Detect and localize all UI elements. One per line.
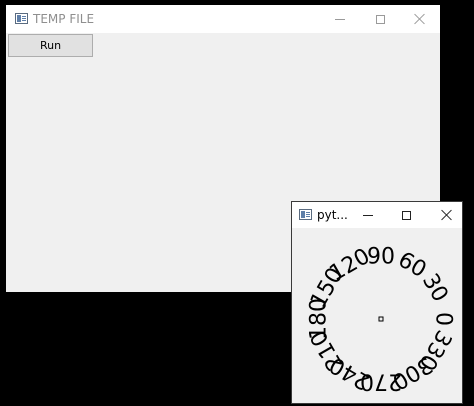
minimize-icon [363,214,373,216]
maximize-icon [375,14,385,24]
plot-window-title: pyt... [317,208,348,222]
angle-dial: 0306090120150180210240270300330 [306,244,456,394]
minimize-icon [335,18,345,20]
plot-close-button[interactable] [428,202,464,228]
main-window-title: TEMP FILE [33,12,95,26]
plot-minimize-button[interactable] [350,202,386,228]
run-button[interactable]: Run [8,34,93,57]
maximize-button[interactable] [362,5,398,33]
close-button[interactable] [401,5,437,33]
dial-canvas: 0 30 60 90 120 150 180 210 240 270 300 330 [292,228,462,403]
minimize-button[interactable] [322,5,358,33]
main-window-titlebar[interactable]: TEMP FILE [6,5,440,33]
dial-label: 0 [431,312,456,326]
plot-window-titlebar[interactable]: pyt... [292,202,462,228]
app-window-icon [15,13,28,24]
maximize-icon [401,210,411,220]
plot-window: pyt... 0 30 60 90 120 150 180 210 240 270 300 330 [291,201,463,404]
plot-maximize-button[interactable] [388,202,424,228]
close-icon [440,209,452,221]
plot-window-icon [299,209,312,220]
close-icon [413,13,425,25]
dial-center-marker [378,316,384,322]
